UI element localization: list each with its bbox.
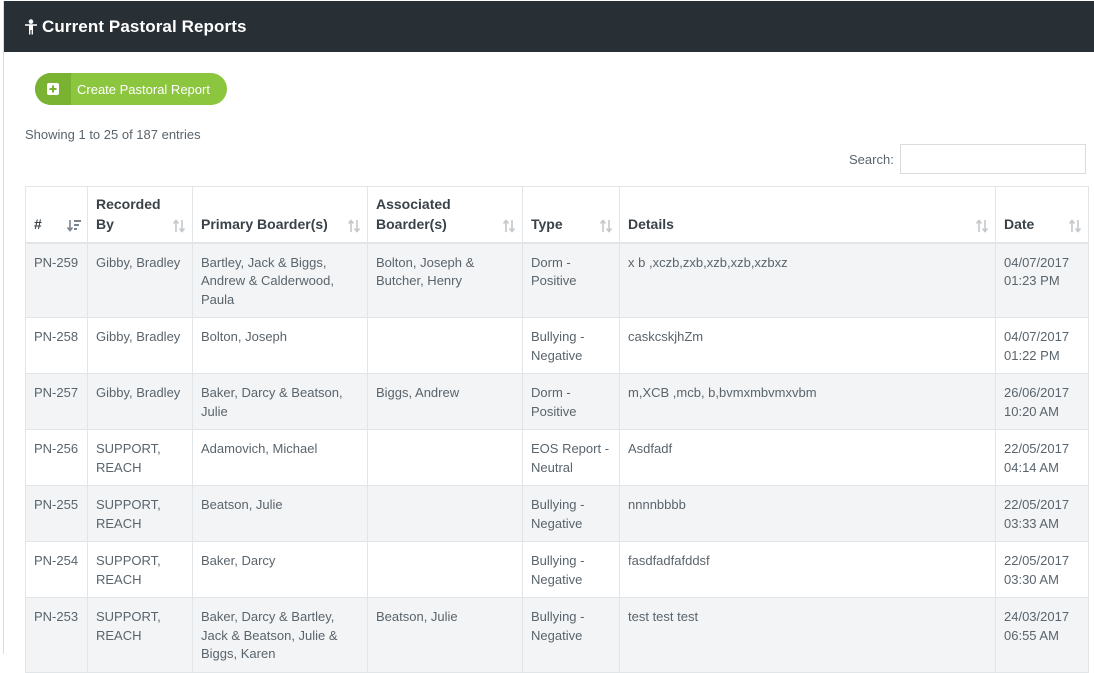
table-row[interactable]: PN-259 Gibby, Bradley Bartley, Jack & Bi… (25, 242, 1089, 318)
cell-id: PN-259 (25, 242, 88, 318)
cell-primary-boarders: Bartley, Jack & Biggs, Andrew & Calderwo… (192, 242, 368, 318)
cell-date: 26/06/2017 10:20 AM (995, 373, 1089, 430)
column-header-primary-boarders[interactable]: Primary Boarder(s) (192, 186, 368, 244)
create-pastoral-report-button[interactable]: Create Pastoral Report (35, 73, 227, 105)
cell-details: Asdfadf (619, 429, 996, 486)
cell-primary-boarders: Bolton, Joseph (192, 317, 368, 374)
cell-associated-boarders: Biggs, Andrew (367, 373, 523, 430)
cell-details: fasdfadfafddsf (619, 541, 996, 598)
cell-details: nnnnbbbb (619, 485, 996, 542)
cell-id: PN-255 (25, 485, 88, 542)
column-header-details[interactable]: Details (619, 186, 996, 244)
person-icon (24, 18, 38, 35)
cell-recorded-by: SUPPORT, REACH (87, 597, 193, 673)
cell-date: 22/05/2017 04:14 AM (995, 429, 1089, 486)
pastoral-reports-panel: Current Pastoral Reports Create Pastoral… (3, 1, 1094, 673)
cell-associated-boarders (367, 541, 523, 598)
cell-details: caskcskjhZm (619, 317, 996, 374)
table-row[interactable]: PN-258 Gibby, Bradley Bolton, Joseph Bul… (25, 317, 1089, 374)
cell-primary-boarders: Adamovich, Michael (192, 429, 368, 486)
cell-type: Bullying - Negative (522, 485, 620, 542)
cell-primary-boarders: Baker, Darcy & Bartley, Jack & Beatson, … (192, 597, 368, 673)
cell-date: 04/07/2017 01:22 PM (995, 317, 1089, 374)
cell-type: Bullying - Negative (522, 541, 620, 598)
table-row[interactable]: PN-257 Gibby, Bradley Baker, Darcy & Bea… (25, 373, 1089, 430)
time-value: 06:55 AM (1004, 627, 1059, 643)
cell-associated-boarders: Beatson, Julie (367, 597, 523, 673)
column-header-recorded-by[interactable]: Recorded By (87, 186, 193, 244)
cell-type: Dorm - Positive (522, 242, 620, 318)
cell-id: PN-256 (25, 429, 88, 486)
page-title: Current Pastoral Reports (42, 16, 247, 36)
cell-recorded-by: SUPPORT, REACH (87, 541, 193, 598)
cell-type: Bullying - Negative (522, 597, 620, 673)
date-value: 04/07/2017 (1004, 254, 1070, 270)
column-header-type[interactable]: Type (522, 186, 620, 244)
cell-date: 24/03/2017 06:55 AM (995, 597, 1089, 673)
cell-recorded-by: SUPPORT, REACH (87, 485, 193, 542)
sort-descending-icon (66, 218, 81, 232)
column-header-associated-boarders[interactable]: Associated Boarder(s) (367, 186, 523, 244)
cell-date: 22/05/2017 03:30 AM (995, 541, 1089, 598)
cell-primary-boarders: Beatson, Julie (192, 485, 368, 542)
sort-both-icon (502, 218, 516, 233)
cell-type: Dorm - Positive (522, 373, 620, 430)
column-header-id[interactable]: # (25, 186, 88, 244)
date-value: 22/05/2017 (1004, 553, 1070, 568)
time-value: 03:30 AM (1004, 571, 1059, 587)
table-row[interactable]: PN-253 SUPPORT, REACH Baker, Darcy & Bar… (25, 597, 1089, 673)
cell-recorded-by: SUPPORT, REACH (87, 429, 193, 486)
cell-recorded-by: Gibby, Bradley (87, 242, 193, 318)
time-value: 10:20 AM (1004, 403, 1059, 419)
cell-type: Bullying - Negative (522, 317, 620, 374)
cell-id: PN-253 (25, 597, 88, 673)
cell-recorded-by: Gibby, Bradley (87, 373, 193, 430)
cell-id: PN-254 (25, 541, 88, 598)
time-value: 01:23 PM (1004, 273, 1060, 288)
cell-details: m,XCB ,mcb, b,bvmxmbvmxvbm (619, 373, 996, 430)
plus-square-icon (35, 73, 71, 105)
time-value: 03:33 AM (1004, 515, 1059, 531)
date-value: 24/03/2017 (1004, 609, 1070, 624)
cell-associated-boarders (367, 317, 523, 374)
date-value: 26/06/2017 (1004, 385, 1070, 400)
panel-header: Current Pastoral Reports (4, 1, 1094, 52)
cell-associated-boarders: Bolton, Joseph & Butcher, Henry (367, 242, 523, 318)
pastoral-reports-table: # Recorded By Primary Boarder(s) Associa… (25, 186, 1089, 673)
cell-id: PN-258 (25, 317, 88, 374)
cell-associated-boarders (367, 485, 523, 542)
sort-both-icon (1068, 218, 1082, 233)
cell-associated-boarders (367, 429, 523, 486)
cell-primary-boarders: Baker, Darcy (192, 541, 368, 598)
sort-both-icon (975, 218, 989, 233)
date-value: 04/07/2017 (1004, 329, 1070, 344)
cell-primary-boarders: Baker, Darcy & Beatson, Julie (192, 373, 368, 430)
table-row[interactable]: PN-254 SUPPORT, REACH Baker, Darcy Bully… (25, 541, 1089, 598)
table-header-row: # Recorded By Primary Boarder(s) Associa… (25, 186, 1089, 244)
entries-info: Showing 1 to 25 of 187 entries (25, 127, 201, 142)
cell-id: PN-257 (25, 373, 88, 430)
sort-both-icon (599, 218, 613, 233)
time-value: 04:14 AM (1004, 459, 1059, 475)
date-value: 22/05/2017 (1004, 441, 1070, 456)
create-button-label: Create Pastoral Report (77, 81, 210, 97)
time-value: 01:22 PM (1004, 347, 1060, 363)
search-label: Search: (849, 152, 894, 167)
search-input[interactable] (900, 144, 1086, 174)
sort-both-icon (347, 218, 361, 233)
cell-date: 22/05/2017 03:33 AM (995, 485, 1089, 542)
sort-both-icon (172, 218, 186, 233)
cell-details: x b ,xczb,zxb,xzb,xzb,xzbxz (619, 242, 996, 318)
cell-details: test test test (619, 597, 996, 673)
cell-date: 04/07/2017 01:23 PM (995, 242, 1089, 318)
table-row[interactable]: PN-255 SUPPORT, REACH Beatson, Julie Bul… (25, 485, 1089, 542)
column-header-date[interactable]: Date (995, 186, 1089, 244)
date-value: 22/05/2017 (1004, 497, 1070, 512)
table-row[interactable]: PN-256 SUPPORT, REACH Adamovich, Michael… (25, 429, 1089, 486)
cell-recorded-by: Gibby, Bradley (87, 317, 193, 374)
cell-type: EOS Report - Neutral (522, 429, 620, 486)
